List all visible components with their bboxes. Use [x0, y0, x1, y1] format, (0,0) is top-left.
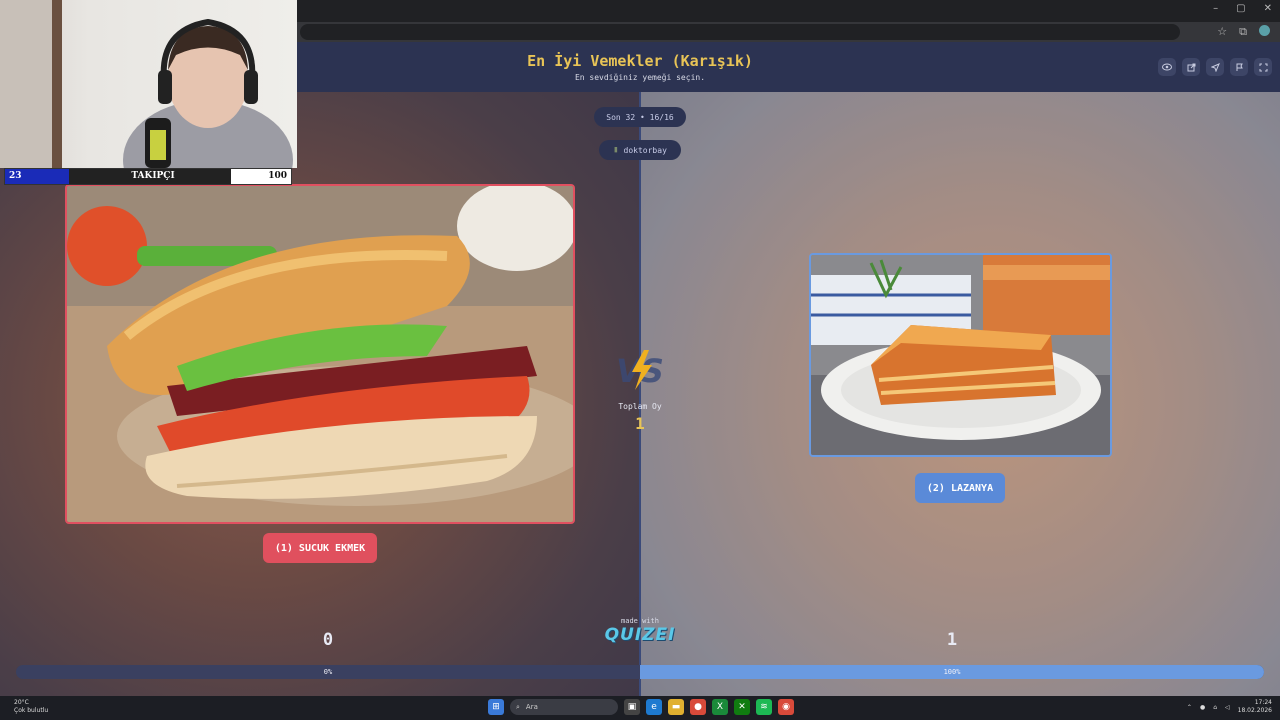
webcam-overlay — [0, 0, 297, 168]
total-votes-label: Toplam Oy — [618, 402, 662, 411]
share-icon[interactable] — [1182, 58, 1200, 76]
app-icon[interactable]: ◉ — [778, 699, 794, 715]
total-votes-value: 1 — [635, 414, 645, 433]
address-bar-icons: ☆ ⧉ — [1217, 25, 1270, 39]
url-input[interactable] — [300, 24, 1180, 40]
xbox-icon[interactable]: ✕ — [734, 699, 750, 715]
header-actions — [1158, 58, 1272, 76]
weather-temp: 20°C — [14, 699, 29, 706]
sucuk-ekmek-image — [67, 186, 573, 522]
vote-button-lazanya[interactable]: (2) LAZANYA — [915, 473, 1005, 503]
percent-right: 100% — [943, 668, 961, 676]
window-controls: – ▢ ✕ — [1213, 3, 1272, 14]
quizei-logo[interactable]: QUIZEI — [598, 625, 682, 645]
vote-progress-bar: 0% 100% — [16, 665, 1264, 679]
username: doktorbay — [623, 145, 667, 155]
option-card-right[interactable] — [809, 253, 1112, 457]
follower-goal-bar: 23 TAKIPÇI 100 — [4, 168, 292, 185]
round-badge: Son 32 • 16/16 — [594, 107, 686, 127]
option-card-left[interactable] — [65, 184, 575, 524]
flag-icon[interactable] — [1230, 58, 1248, 76]
fullscreen-icon[interactable] — [1254, 58, 1272, 76]
clock-date: 18.02.2026 — [1237, 707, 1272, 714]
mic-icon[interactable]: ● — [1200, 704, 1205, 711]
maximize-icon[interactable]: ▢ — [1236, 3, 1245, 14]
volume-icon[interactable]: ◁ — [1225, 704, 1230, 711]
bookmark-star-icon[interactable]: ☆ — [1217, 25, 1227, 39]
clock[interactable]: 17:24 18.02.2026 — [1238, 699, 1272, 715]
excel-icon[interactable]: X — [712, 699, 728, 715]
user-icon: ▮ — [613, 145, 619, 155]
file-explorer-icon[interactable]: ▬ — [668, 699, 684, 715]
chrome-icon[interactable]: ● — [690, 699, 706, 715]
network-icon[interactable]: ⌂ — [1213, 704, 1217, 711]
close-icon[interactable]: ✕ — [1264, 3, 1272, 14]
profile-avatar[interactable] — [1259, 25, 1270, 36]
user-badge: ▮ doktorbay — [599, 140, 681, 160]
taskbar-apps: ⊞ ⌕ Ara ▣ e ▬ ● X ✕ ≋ ◉ — [488, 699, 794, 715]
edge-icon[interactable]: e — [646, 699, 662, 715]
tray-chevron-icon[interactable]: ⌃ — [1187, 704, 1192, 711]
minimize-icon[interactable]: – — [1213, 3, 1218, 14]
search-icon: ⌕ — [516, 702, 520, 711]
made-with-label: made with — [621, 617, 659, 625]
taskbar: 20°C Çok bulutlu ⊞ ⌕ Ara ▣ e ▬ ● X ✕ ≋ ◉… — [0, 696, 1280, 720]
taskbar-search[interactable]: ⌕ Ara — [510, 699, 618, 715]
send-icon[interactable] — [1206, 58, 1224, 76]
lazanya-image — [811, 255, 1110, 455]
windows-start-icon[interactable]: ⊞ — [488, 699, 504, 715]
task-view-icon[interactable]: ▣ — [624, 699, 640, 715]
vote-button-sucuk-ekmek[interactable]: (1) SUCUK EKMEK — [263, 533, 377, 563]
clock-time: 17:24 — [1254, 699, 1272, 706]
vote-count-left: 0 — [322, 630, 334, 650]
vote-count-right: 1 — [946, 630, 958, 650]
follower-count: 23 — [9, 171, 22, 181]
search-placeholder: Ara — [525, 703, 538, 711]
follower-goal: 100 — [231, 169, 291, 184]
weather-widget[interactable]: 20°C Çok bulutlu — [14, 699, 48, 715]
spotify-icon[interactable]: ≋ — [756, 699, 772, 715]
round-info: Son 32 • 16/16 — [606, 112, 674, 122]
weather-desc: Çok bulutlu — [14, 707, 49, 714]
vs-logo: VS — [614, 348, 666, 396]
extensions-icon[interactable]: ⧉ — [1239, 25, 1247, 39]
system-tray: ⌃ ● ⌂ ◁ 17:24 18.02.2026 — [1187, 699, 1272, 715]
follower-label: TAKIPÇI — [131, 171, 175, 181]
percent-left: 0% — [323, 668, 333, 676]
eye-icon[interactable] — [1158, 58, 1176, 76]
streamer-image — [0, 0, 293, 168]
